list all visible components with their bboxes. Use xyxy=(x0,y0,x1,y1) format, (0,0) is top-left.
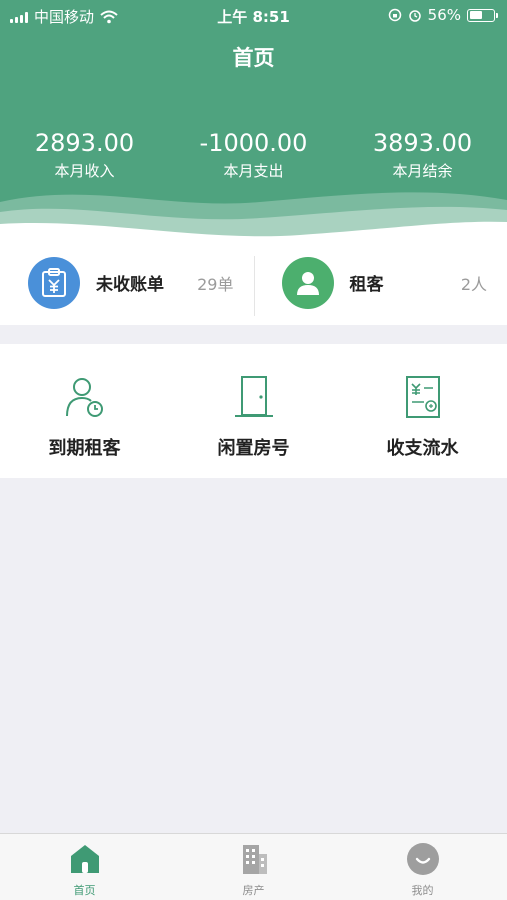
home-icon xyxy=(70,845,99,873)
wave-decoration xyxy=(0,192,507,245)
header-banner: 中国移动 上午 8:51 56% 首页 2893.00 本月收入 -1000.0… xyxy=(0,0,507,245)
stat-balance[interactable]: 3893.00 本月结余 xyxy=(338,128,507,182)
stat-value: 3893.00 xyxy=(372,129,473,157)
stat-value: -1000.00 xyxy=(199,129,308,157)
summary-label: 未收账单 xyxy=(96,275,164,295)
page-title: 首页 xyxy=(232,46,275,70)
ledger-icon xyxy=(405,376,440,418)
tab-property[interactable]: 房产 xyxy=(169,834,338,900)
stat-value: 2893.00 xyxy=(34,129,135,157)
battery-icon xyxy=(467,8,498,22)
profile-icon xyxy=(406,843,439,875)
shortcut-cash-flow[interactable]: 收支流水 xyxy=(338,344,507,478)
tenant-avatar-icon xyxy=(281,256,334,309)
tab-label: 房产 xyxy=(242,884,265,897)
monthly-stats: 2893.00 本月收入 -1000.00 本月支出 3893.00 本月结余 xyxy=(0,128,507,182)
stat-label: 本月结余 xyxy=(392,162,453,180)
tenants-entry[interactable]: 租客 2人 xyxy=(253,240,507,325)
alarm-icon xyxy=(408,10,421,22)
summary-count: 29单 xyxy=(197,274,234,294)
expiring-tenant-icon xyxy=(65,378,103,417)
battery-percent: 56% xyxy=(427,6,461,24)
building-icon xyxy=(242,845,267,874)
stat-expense[interactable]: -1000.00 本月支出 xyxy=(169,128,338,182)
summary-count: 2人 xyxy=(460,274,487,294)
tab-label: 我的 xyxy=(411,884,434,897)
stat-income[interactable]: 2893.00 本月收入 xyxy=(0,128,169,182)
bill-clipboard-icon xyxy=(28,256,80,309)
shortcut-label: 闲置房号 xyxy=(217,438,290,459)
shortcut-grid: 到期租客 闲置房号 收支流水 xyxy=(0,344,507,478)
tab-mine[interactable]: 我的 xyxy=(338,834,507,900)
shortcut-label: 收支流水 xyxy=(386,438,459,459)
summary-label: 租客 xyxy=(349,275,384,295)
stat-label: 本月收入 xyxy=(54,162,115,180)
vacant-door-icon xyxy=(234,376,273,417)
shortcut-vacant-rooms[interactable]: 闲置房号 xyxy=(169,344,338,478)
rotation-lock-icon xyxy=(388,8,401,22)
tab-label: 首页 xyxy=(73,884,96,897)
tab-bar: 首页 房产 我的 xyxy=(0,833,507,900)
summary-bar: 未收账单 29单 租客 2人 xyxy=(0,240,507,325)
unpaid-bills-entry[interactable]: 未收账单 29单 xyxy=(0,240,254,325)
tab-home[interactable]: 首页 xyxy=(0,834,169,900)
stat-label: 本月支出 xyxy=(223,162,284,180)
shortcut-expiring-tenants[interactable]: 到期租客 xyxy=(0,344,169,478)
status-bar: 中国移动 上午 8:51 56% xyxy=(0,0,507,30)
shortcut-label: 到期租客 xyxy=(48,438,121,459)
